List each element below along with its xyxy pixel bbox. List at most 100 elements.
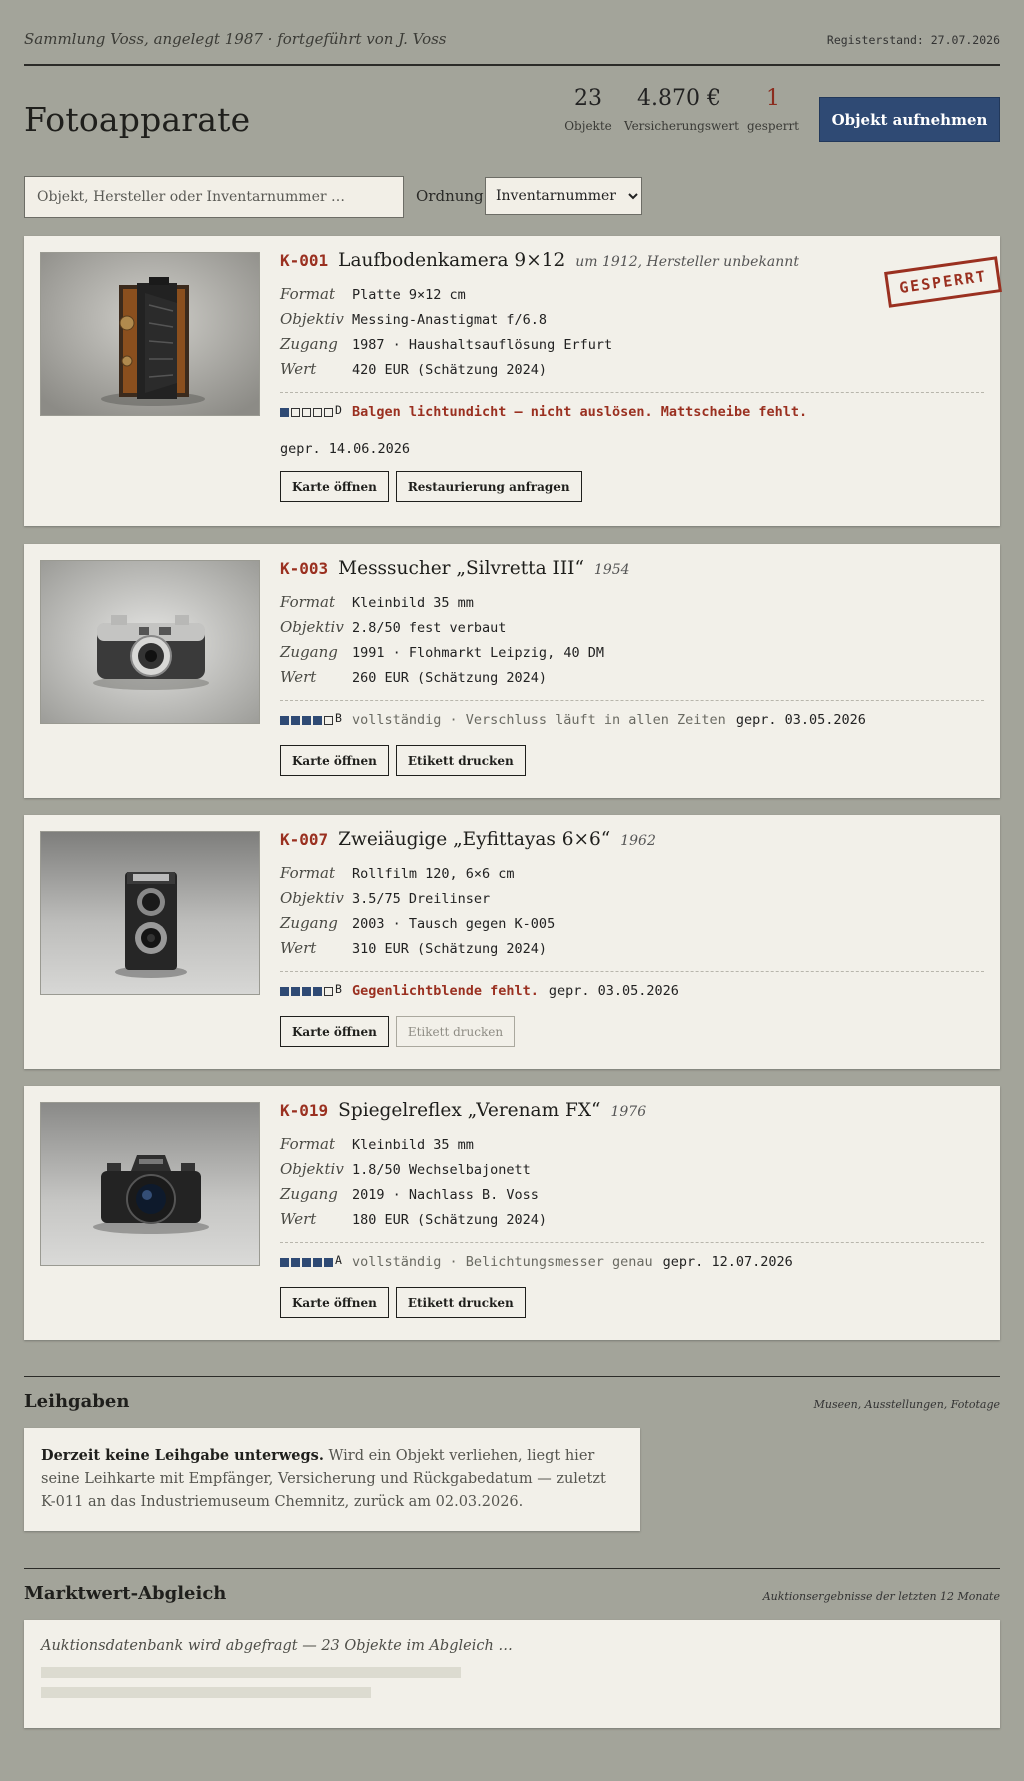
condition-grade: D bbox=[335, 403, 342, 417]
divider bbox=[280, 1242, 984, 1243]
spec-key: Format bbox=[280, 285, 335, 303]
object-year: 1954 bbox=[593, 562, 630, 578]
spec-row: Objektiv 1.8/50 Wechselbajonett bbox=[280, 1159, 984, 1184]
condition-row: D Balgen lichtundicht — nicht auslösen. M… bbox=[280, 403, 984, 423]
request-restoration-button[interactable]: Restaurierung anfragen bbox=[395, 471, 582, 502]
spec-list: Format Rollfilm 120, 6×6 cm Objektiv 3.5/7… bbox=[280, 863, 984, 963]
condition-box-filled bbox=[280, 987, 289, 996]
stat-objects: 23 Objekte bbox=[559, 86, 617, 133]
spec-key: Wert bbox=[280, 360, 317, 378]
inventory-number: K-003 bbox=[280, 559, 329, 578]
inventory-number: K-019 bbox=[280, 1101, 329, 1120]
spec-row: Objektiv 3.5/75 Dreilinser bbox=[280, 888, 984, 913]
condition-row: B Gegenlichtblende fehlt. gepr. 03.05.2026 bbox=[280, 982, 984, 1002]
order-select[interactable]: Inventarnummer bbox=[485, 177, 642, 215]
spec-key: Wert bbox=[280, 939, 317, 957]
spec-value: 3.5/75 Dreilinser bbox=[352, 891, 491, 907]
condition-meter bbox=[280, 1255, 335, 1271]
spec-key: Wert bbox=[280, 668, 317, 686]
market-title: Marktwert-Abgleich bbox=[24, 1583, 227, 1604]
divider bbox=[24, 1376, 1000, 1377]
spec-row: Wert 420 EUR (Schätzung 2024) bbox=[280, 359, 984, 384]
condition-box-filled bbox=[324, 1258, 333, 1267]
spec-row: Format Rollfilm 120, 6×6 cm bbox=[280, 863, 984, 888]
inventory-number: K-007 bbox=[280, 830, 329, 849]
collection-title: Sammlung Voss, angelegt 1987 · fortgefüh… bbox=[24, 30, 447, 48]
loans-lead: Derzeit keine Leihgabe unterwegs. bbox=[41, 1447, 324, 1464]
condition-box-filled bbox=[313, 1258, 322, 1267]
divider bbox=[280, 392, 984, 393]
spec-row: Zugang 2003 · Tausch gegen K-005 bbox=[280, 913, 984, 938]
object-name: Zweiäugige „Eyfittayas 6×6“ bbox=[338, 829, 611, 850]
condition-meter bbox=[280, 405, 335, 421]
condition-meter bbox=[280, 713, 335, 729]
spec-row: Wert 180 EUR (Schätzung 2024) bbox=[280, 1209, 984, 1234]
divider bbox=[280, 700, 984, 701]
condition-box-empty bbox=[324, 987, 333, 996]
stat-insurance: 4.870 € Versicherungswert bbox=[624, 86, 739, 133]
condition-box-empty bbox=[291, 408, 300, 417]
spec-key: Format bbox=[280, 864, 335, 882]
object-year: um 1912, Hersteller unbekannt bbox=[575, 254, 799, 270]
object-card: K-019 Spiegelreflex „Verenam FX“ 1976 Form… bbox=[24, 1086, 1000, 1340]
open-card-button[interactable]: Karte öffnen bbox=[280, 1016, 389, 1047]
condition-note: vollständig · Verschluss läuft in allen … bbox=[351, 712, 726, 728]
search-input[interactable] bbox=[24, 176, 404, 218]
loading-skeleton bbox=[41, 1687, 371, 1698]
spec-row: Format Kleinbild 35 mm bbox=[280, 1134, 984, 1159]
spec-row: Wert 310 EUR (Schätzung 2024) bbox=[280, 938, 984, 963]
open-card-button[interactable]: Karte öffnen bbox=[280, 1287, 389, 1318]
spec-value: 180 EUR (Schätzung 2024) bbox=[352, 1212, 548, 1228]
spec-row: Format Kleinbild 35 mm bbox=[280, 592, 984, 617]
spec-row: Objektiv 2.8/50 fest verbaut bbox=[280, 617, 984, 642]
spec-value: Platte 9×12 cm bbox=[352, 287, 466, 303]
divider bbox=[24, 64, 1000, 66]
loans-panel: Derzeit keine Leihgabe unterwegs. Wird e… bbox=[24, 1428, 640, 1531]
open-card-button[interactable]: Karte öffnen bbox=[280, 745, 389, 776]
checked-date: gepr. 14.06.2026 bbox=[280, 441, 411, 457]
slr-camera-photo bbox=[40, 1102, 260, 1266]
spec-value: Kleinbild 35 mm bbox=[352, 1137, 474, 1153]
spec-list: Format Platte 9×12 cm Objektiv Messing-Ana… bbox=[280, 284, 984, 384]
spec-key: Wert bbox=[280, 1210, 317, 1228]
stat-locked: 1 gesperrt bbox=[746, 86, 800, 133]
checked-date: gepr. 12.07.2026 bbox=[662, 1254, 793, 1270]
condition-note: Balgen lichtundicht — nicht auslösen. Ma… bbox=[351, 404, 808, 420]
stat-locked-value: 1 bbox=[766, 86, 780, 111]
market-panel: Auktionsdatenbank wird abgefragt — 23 Ob… bbox=[24, 1620, 1000, 1728]
print-label-button[interactable]: Etikett drucken bbox=[395, 1287, 526, 1318]
object-card: GESPERRT K-001 Laufbodenkamera 9×12 um 191… bbox=[24, 236, 1002, 526]
inventory-number: K-001 bbox=[280, 251, 329, 270]
object-name: Laufbodenkamera 9×12 bbox=[338, 250, 566, 271]
condition-box-filled bbox=[280, 408, 289, 417]
register-bar: Sammlung Voss, angelegt 1987 · fortgefüh… bbox=[24, 30, 1000, 50]
print-label-button[interactable]: Etikett drucken bbox=[395, 745, 526, 776]
spec-row: Zugang 1987 · Haushaltsauflösung Erfurt bbox=[280, 334, 984, 359]
condition-box-filled bbox=[280, 716, 289, 725]
spec-value: 2019 · Nachlass B. Voss bbox=[352, 1187, 539, 1203]
condition-meter bbox=[280, 984, 335, 1000]
stat-locked-label: gesperrt bbox=[746, 119, 800, 133]
spec-value: 2.8/50 fest verbaut bbox=[352, 620, 507, 636]
folding-camera-photo bbox=[40, 252, 260, 416]
print-label-button[interactable]: Etikett drucken bbox=[395, 1016, 516, 1047]
condition-box-filled bbox=[302, 716, 311, 725]
condition-note: Gegenlichtblende fehlt. bbox=[351, 983, 539, 999]
spec-value: 1991 · Flohmarkt Leipzig, 40 DM bbox=[352, 645, 604, 661]
spec-key: Format bbox=[280, 1135, 335, 1153]
spec-list: Format Kleinbild 35 mm Objektiv 1.8/50 Wec… bbox=[280, 1134, 984, 1234]
condition-box-filled bbox=[291, 716, 300, 725]
stat-insurance-value: 4.870 € bbox=[637, 86, 721, 111]
register-date: Registerstand: 27.07.2026 bbox=[826, 33, 1000, 47]
condition-grade: A bbox=[335, 1253, 342, 1267]
condition-row: Bvollständig · Verschluss läuft in allen… bbox=[280, 711, 984, 731]
condition-box-empty bbox=[324, 408, 333, 417]
add-object-button[interactable]: Objekt aufnehmen bbox=[819, 97, 1000, 142]
spec-value: 1.8/50 Wechselbajonett bbox=[352, 1162, 531, 1178]
condition-grade: B bbox=[335, 982, 342, 996]
open-card-button[interactable]: Karte öffnen bbox=[280, 471, 389, 502]
condition-box-filled bbox=[291, 1258, 300, 1267]
condition-note: vollständig · Belichtungsmesser genau bbox=[351, 1254, 653, 1270]
spec-key: Objektiv bbox=[280, 310, 344, 328]
condition-box-filled bbox=[313, 987, 322, 996]
